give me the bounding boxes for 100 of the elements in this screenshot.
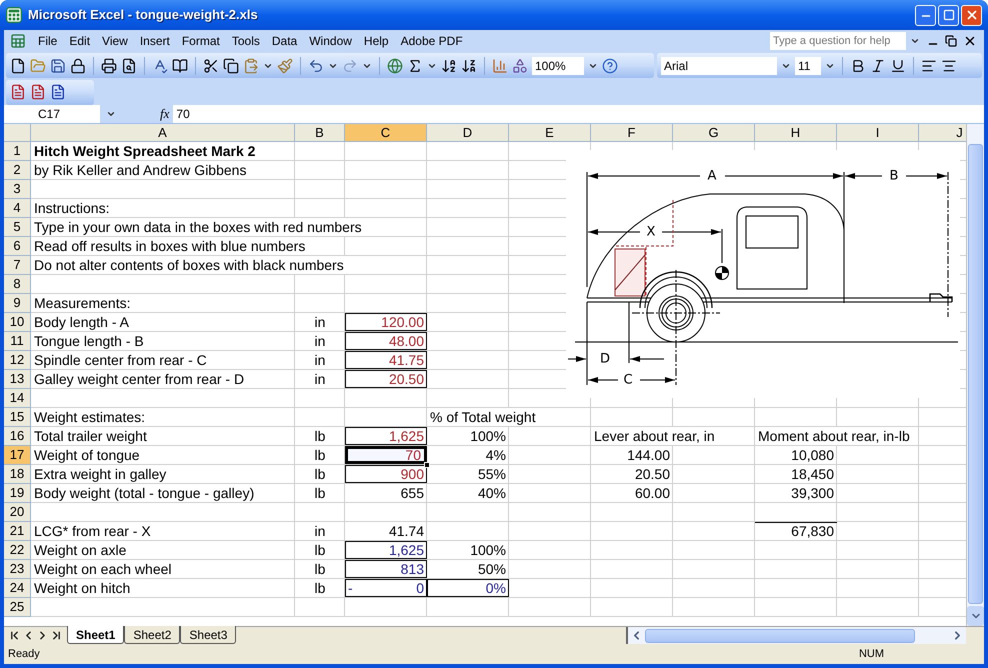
- menu-item[interactable]: Help: [358, 32, 395, 50]
- row-header[interactable]: 25: [4, 598, 31, 617]
- scissors-icon[interactable]: [203, 58, 219, 74]
- row-header[interactable]: 17: [4, 446, 31, 465]
- sort-ascending-icon[interactable]: [441, 58, 457, 74]
- row-header[interactable]: 11: [4, 332, 31, 351]
- row-header[interactable]: 21: [4, 522, 31, 541]
- menu-item[interactable]: Window: [303, 32, 358, 50]
- column-header[interactable]: J: [919, 124, 966, 142]
- column-header[interactable]: D: [427, 124, 509, 142]
- row-header[interactable]: 4: [4, 199, 31, 218]
- row-header[interactable]: 12: [4, 351, 31, 370]
- row-header[interactable]: 13: [4, 370, 31, 389]
- table-cell-text: lb: [314, 560, 326, 579]
- menu-item[interactable]: View: [96, 32, 134, 50]
- row-header[interactable]: 14: [4, 389, 31, 408]
- column-header[interactable]: G: [673, 124, 755, 142]
- underline-icon[interactable]: [890, 58, 906, 74]
- column-header[interactable]: C: [345, 124, 427, 142]
- lock-icon[interactable]: [70, 58, 86, 74]
- row-header[interactable]: 23: [4, 560, 31, 579]
- help-search-field[interactable]: Type a question for help: [770, 32, 906, 50]
- menu-item[interactable]: File: [32, 32, 64, 50]
- function-label[interactable]: fx: [160, 104, 170, 124]
- sheet-tab[interactable]: Sheet2: [124, 626, 180, 644]
- sort-descending-icon[interactable]: [461, 58, 477, 74]
- row-header[interactable]: 19: [4, 484, 31, 503]
- first-sheet-icon[interactable]: [8, 629, 21, 642]
- pdf-icon[interactable]: [50, 84, 66, 100]
- help-icon[interactable]: [602, 58, 618, 74]
- copy-icon[interactable]: [223, 58, 239, 74]
- formula-input[interactable]: 70: [173, 105, 984, 123]
- caret-icon[interactable]: [910, 36, 920, 46]
- table-cell-text: in: [314, 351, 326, 370]
- column-header[interactable]: A: [31, 124, 295, 142]
- table-cell: 0%: [427, 579, 509, 597]
- menu-item[interactable]: Edit: [63, 32, 96, 50]
- minimize-button[interactable]: [915, 4, 936, 26]
- shapes-icon[interactable]: [512, 58, 528, 74]
- workbook-icon[interactable]: [10, 33, 26, 49]
- close-icon[interactable]: [963, 34, 977, 48]
- column-header[interactable]: F: [591, 124, 673, 142]
- table-cell-text: 655: [400, 484, 425, 502]
- sheet-tab[interactable]: Sheet3: [180, 626, 236, 644]
- column-header[interactable]: B: [295, 124, 345, 142]
- book-icon[interactable]: [172, 58, 188, 74]
- menu-item[interactable]: Data: [266, 32, 304, 50]
- dimension-label: A: [708, 168, 716, 184]
- clipboard-icon[interactable]: [243, 58, 259, 74]
- globe-icon[interactable]: [387, 58, 403, 74]
- row-header[interactable]: 15: [4, 408, 31, 427]
- row-header[interactable]: 6: [4, 237, 31, 256]
- last-sheet-icon[interactable]: [50, 629, 63, 642]
- printer-icon[interactable]: [101, 58, 117, 74]
- align-center-icon[interactable]: [941, 58, 957, 74]
- table-cell: 1,625: [345, 427, 427, 445]
- sheet-tab[interactable]: Sheet1: [67, 626, 124, 644]
- undo-icon[interactable]: [308, 58, 324, 74]
- vertical-scrollbar[interactable]: [966, 124, 984, 626]
- name-box[interactable]: C17: [4, 105, 100, 123]
- pdf-icon[interactable]: [10, 84, 26, 100]
- row-header[interactable]: 24: [4, 579, 31, 598]
- row-header[interactable]: 22: [4, 541, 31, 560]
- caret-icon[interactable]: [106, 109, 116, 119]
- zoom-field[interactable]: 100%: [532, 56, 584, 74]
- row-header[interactable]: 9: [4, 294, 31, 313]
- italic-icon[interactable]: [870, 58, 886, 74]
- row-header[interactable]: 3: [4, 180, 31, 199]
- maximize-button[interactable]: [938, 4, 959, 26]
- align-left-icon[interactable]: [921, 58, 937, 74]
- column-header[interactable]: E: [509, 124, 591, 142]
- row-header[interactable]: 16: [4, 427, 31, 446]
- column-header[interactable]: H: [755, 124, 837, 142]
- table-cell-text: in: [314, 313, 326, 332]
- menu-item[interactable]: Adobe PDF: [394, 32, 469, 50]
- table-cell-text: lb: [314, 446, 326, 465]
- menu-item[interactable]: Insert: [134, 32, 176, 50]
- close-button[interactable]: [961, 4, 982, 26]
- fill-handle[interactable]: [424, 462, 430, 468]
- pdf-icon[interactable]: [30, 84, 46, 100]
- row-header[interactable]: 7: [4, 256, 31, 275]
- horizontal-scrollbar[interactable]: [645, 628, 915, 642]
- row-header[interactable]: 10: [4, 313, 31, 332]
- preview-icon[interactable]: [121, 58, 137, 74]
- row-header[interactable]: 20: [4, 503, 31, 522]
- dimension-label: B: [890, 168, 898, 184]
- menu-item[interactable]: Tools: [226, 32, 266, 50]
- menu-item[interactable]: Format: [176, 32, 226, 50]
- row-header[interactable]: 2: [4, 161, 31, 180]
- font-size-field[interactable]: 11: [795, 56, 821, 74]
- save-icon[interactable]: [50, 58, 66, 74]
- row-header[interactable]: 18: [4, 465, 31, 484]
- file-icon[interactable]: [10, 58, 26, 74]
- restore-icon[interactable]: [945, 35, 957, 47]
- column-header[interactable]: I: [837, 124, 919, 142]
- row-header[interactable]: 5: [4, 218, 31, 237]
- row-header[interactable]: 8: [4, 275, 31, 294]
- row-header[interactable]: 1: [4, 142, 31, 161]
- bar-chart-icon[interactable]: [492, 58, 508, 74]
- font-name-field[interactable]: Arial: [661, 56, 777, 74]
